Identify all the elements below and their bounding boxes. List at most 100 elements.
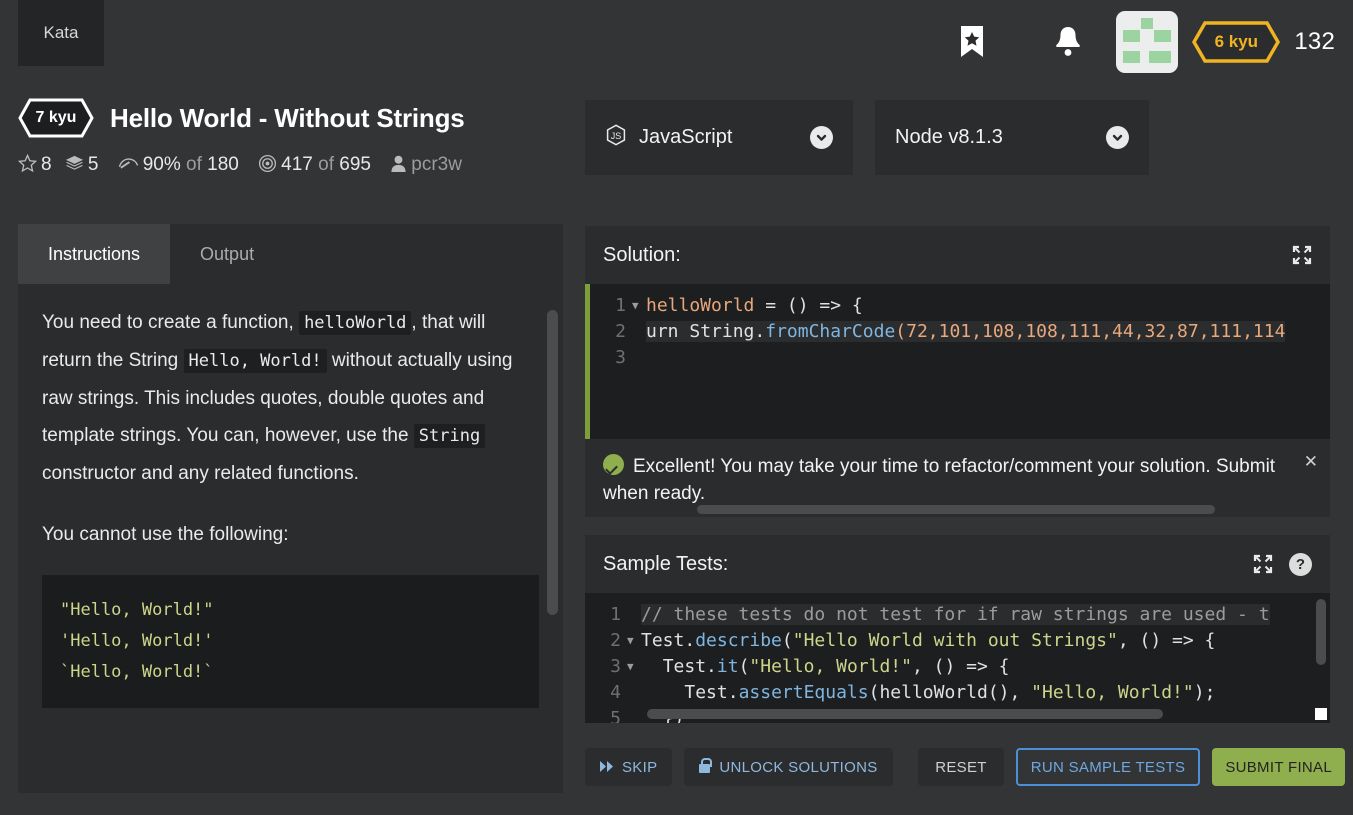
code-token-rest: );	[1193, 682, 1216, 703]
target-icon	[258, 151, 277, 184]
editor-line: 1 ▼ helloWorld = () => {	[590, 293, 1330, 319]
expand-icon[interactable]	[1292, 245, 1312, 265]
topbar-right: 6 kyu 132	[924, 8, 1335, 76]
stat-satisfaction-value: 90%	[142, 154, 181, 175]
code-token-args: (helloWorld(),	[868, 682, 1032, 703]
inline-code-string: String	[413, 424, 486, 448]
user-rank-label: 6 kyu	[1214, 32, 1259, 51]
solution-header: Solution:	[585, 226, 1330, 284]
svg-text:JS: JS	[611, 131, 622, 141]
instructions-code-block: "Hello, World!" 'Hello, World!' `Hello, …	[42, 575, 539, 708]
editor-line: 3	[590, 345, 1330, 371]
resize-handle[interactable]	[1315, 708, 1327, 720]
user-avatar-identicon[interactable]	[1116, 11, 1179, 73]
submit-final-label: SUBMIT FINAL	[1225, 758, 1332, 776]
code-token-rest: , () => {	[911, 656, 1010, 677]
line-number: 1	[610, 604, 621, 625]
fold-arrow-icon[interactable]: ▼	[627, 654, 641, 680]
code-editor[interactable]: 1 ▼ helloWorld = () => {2 urn String.fromCh…	[585, 284, 1330, 439]
stat-stars-value: 8	[41, 154, 52, 175]
lock-icon	[699, 758, 713, 773]
tab-instructions-label: Instructions	[48, 243, 141, 264]
code-token-dot: .	[754, 321, 766, 342]
close-icon[interactable]: ✕	[1304, 453, 1318, 470]
status-notice: Excellent! You may take your time to ref…	[585, 439, 1330, 517]
code-token-rest: = () => {	[754, 295, 863, 316]
solution-header-label: Solution:	[603, 243, 681, 266]
fold-arrow-icon[interactable]: ▼	[627, 628, 641, 654]
run-sample-tests-button[interactable]: RUN SAMPLE TESTS	[1015, 748, 1201, 786]
skip-button[interactable]: SKIP	[585, 748, 673, 786]
bell-icon[interactable]	[1020, 8, 1116, 76]
code-token-method: fromCharCode	[765, 321, 896, 342]
kata-stats: 8 5 90% of 180 417 of 695 pcr3w	[17, 148, 563, 184]
instructions-paragraph-2: You cannot use the following:	[42, 524, 289, 545]
notice-horizontal-scrollbar[interactable]	[697, 505, 1215, 514]
stat-satisfaction: 90% of 180	[118, 154, 244, 175]
chevron-down-icon[interactable]	[1106, 126, 1129, 149]
panel-tabs: Instructions Output	[18, 224, 284, 284]
line-number: 5	[610, 708, 621, 723]
instructions-scrollbar[interactable]	[547, 310, 558, 615]
reset-button-label: RESET	[935, 758, 987, 776]
help-icon-label: ?	[1289, 552, 1312, 576]
stat-layers-value: 5	[87, 154, 99, 175]
tests-horizontal-scrollbar[interactable]	[647, 709, 1163, 719]
runtime-label: Node v8.1.3	[895, 126, 1003, 148]
inline-code-helloworld: helloWorld	[299, 311, 412, 335]
bookmark-star-icon[interactable]	[924, 8, 1020, 76]
fold-arrow-icon[interactable]: ▼	[632, 293, 646, 319]
kata-rank-label: 7 kyu	[35, 109, 77, 126]
code-token-identifier: helloWorld	[646, 295, 755, 316]
code-token-string: "Hello, World!"	[749, 656, 912, 677]
expand-icon[interactable]	[1253, 554, 1273, 574]
code-token-paren: (	[895, 321, 907, 342]
codewars-kata-trainer: Kata 6 kyu 132 7 kyu Hello World - Witho…	[0, 0, 1353, 815]
code-token-dot: .	[727, 682, 739, 703]
solution-panel: Solution: 1 ▼ helloWorld = () => {2 urn Str…	[585, 226, 1330, 517]
status-notice-text: Excellent! You may take your time to ref…	[603, 456, 1276, 504]
code-token-dot: .	[684, 630, 696, 651]
editor-line: 4 Test.assertEquals(helloWorld(), "Hello…	[585, 680, 1330, 706]
code-token-string: "Hello, World!"	[1031, 682, 1194, 703]
code-token-string: "Hello World with out Strings"	[792, 630, 1118, 651]
tests-vertical-scrollbar[interactable]	[1316, 599, 1326, 665]
editor-line: 3 ▼ Test.it("Hello, World!", () => {	[585, 654, 1330, 680]
author-name: pcr3w	[411, 154, 462, 175]
tab-instructions[interactable]: Instructions	[18, 224, 171, 284]
editor-line: 2 ▼ Test.describe("Hello World with out St…	[585, 628, 1330, 654]
runtime-select[interactable]: Node v8.1.3	[875, 100, 1149, 175]
run-sample-tests-label: RUN SAMPLE TESTS	[1030, 758, 1186, 776]
tab-output[interactable]: Output	[170, 224, 284, 284]
submit-final-button[interactable]: SUBMIT FINAL	[1212, 748, 1345, 786]
unlock-solutions-button[interactable]: UNLOCK SOLUTIONS	[684, 748, 893, 786]
stat-stars: 8 5	[17, 153, 104, 175]
instructions-paragraph-1: You need to create a function, helloWorl…	[42, 304, 539, 492]
stat-author[interactable]: pcr3w	[390, 154, 462, 175]
action-button-bar: SKIP UNLOCK SOLUTIONS RESET RUN SAMPLE T…	[585, 746, 1345, 788]
honor-points: 132	[1294, 28, 1335, 55]
help-icon[interactable]: ?	[1289, 552, 1312, 576]
code-token-paren: (	[738, 656, 750, 677]
language-select[interactable]: JS JavaScript	[585, 100, 853, 175]
kata-tab[interactable]: Kata	[18, 0, 104, 66]
code-token-string-obj: String	[689, 321, 755, 342]
line-number: 2	[615, 321, 626, 342]
code-token-a: urn	[646, 321, 690, 342]
page-title: Hello World - Without Strings	[110, 102, 465, 133]
unlock-solutions-label: UNLOCK SOLUTIONS	[719, 758, 878, 776]
chevron-down-icon[interactable]	[810, 126, 833, 149]
code-token-test: Test	[684, 682, 728, 703]
sample-tests-editor[interactable]: 1 // these tests do not test for if raw s…	[585, 593, 1330, 723]
stat-satisfaction-of: of	[186, 154, 202, 175]
code-token-paren: (	[781, 630, 793, 651]
line-number: 3	[610, 656, 621, 677]
line-number: 2	[610, 630, 621, 651]
kata-rank-badge: 7 kyu	[18, 98, 94, 138]
reset-button[interactable]: RESET	[918, 748, 1004, 786]
stat-completions-of: of	[318, 154, 334, 175]
code-token-test: Test	[662, 656, 707, 677]
skip-button-label: SKIP	[622, 758, 658, 776]
code-token-test: Test	[641, 630, 685, 651]
tests-code: 1 // these tests do not test for if raw s…	[585, 593, 1330, 723]
